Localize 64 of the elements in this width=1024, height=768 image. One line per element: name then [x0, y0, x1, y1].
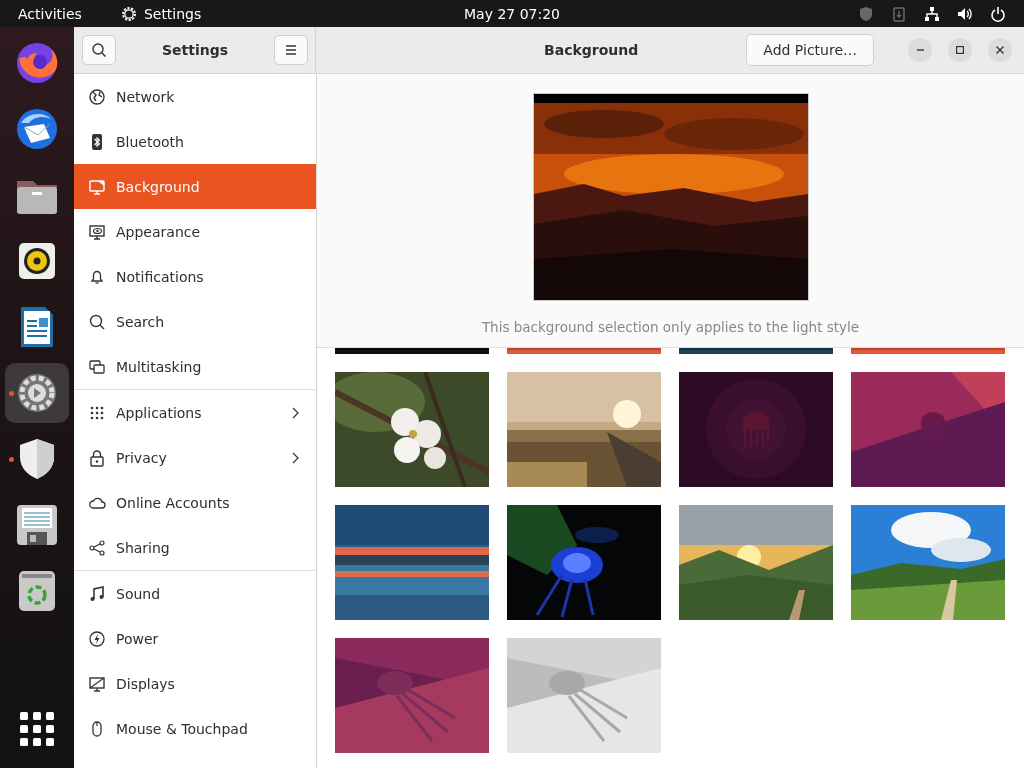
maximize-button[interactable] [948, 38, 972, 62]
sidebar-label: Privacy [116, 449, 168, 466]
app-grid-icon[interactable] [20, 712, 54, 746]
music-note-icon [88, 584, 106, 603]
sidebar-item[interactable]: Multitasking [74, 344, 316, 389]
sidebar-item[interactable]: Sound [74, 571, 316, 616]
clock[interactable]: May 27 07:20 [464, 5, 560, 22]
sidebar-item[interactable]: Power [74, 616, 316, 661]
sidebar-item[interactable]: Mouse & Touchpad [74, 706, 316, 751]
sidebar-label: Power [116, 630, 160, 647]
sidebar-item[interactable]: Appearance [74, 209, 316, 254]
add-picture-button[interactable]: Add Picture… [746, 34, 874, 66]
close-icon [996, 46, 1004, 54]
sidebar-item[interactable]: Applications [74, 390, 316, 435]
sidebar-label: Notifications [116, 268, 205, 285]
search-icon [88, 312, 106, 331]
sidebar-label: Displays [116, 675, 176, 692]
sidebar-label: Applications [116, 404, 203, 421]
display-icon [88, 674, 106, 693]
sidebar-item[interactable]: Notifications [74, 254, 316, 299]
sidebar-item[interactable]: Privacy [74, 435, 316, 480]
search-button[interactable] [82, 35, 116, 65]
caption: This background selection only applies to the light style [481, 319, 860, 335]
page-title: Background [543, 42, 640, 58]
search-icon [91, 42, 107, 58]
sidebar-label: Sharing [116, 539, 171, 556]
menu-icon [284, 44, 298, 56]
sidebar-item[interactable]: Sharing [74, 525, 316, 570]
sidebar-label: Appearance [116, 223, 202, 240]
maximize-icon [956, 46, 964, 54]
sidebar-item[interactable]: Background [74, 164, 316, 209]
menu-button[interactable] [274, 35, 308, 65]
share-icon [88, 538, 106, 557]
lightning-icon [88, 629, 106, 648]
globe-icon [88, 87, 106, 106]
dock-item-highlight[interactable] [5, 363, 69, 423]
sidebar-item[interactable]: Displays [74, 661, 316, 706]
clipboard-icon[interactable] [891, 5, 907, 22]
display-eye-icon [88, 222, 106, 241]
sidebar-item[interactable]: Network [74, 74, 316, 119]
sidebar-item[interactable]: Search [74, 299, 316, 344]
sidebar-label: Network [116, 88, 176, 105]
gear-icon [119, 4, 138, 23]
sidebar-label: Search [116, 313, 166, 330]
minimize-icon [916, 49, 924, 51]
activities-button[interactable]: Activities [18, 5, 82, 22]
sidebar-label: Sound [116, 585, 162, 602]
sidebar-item[interactable]: Bluetooth [74, 119, 316, 164]
sidebar-label: Mouse & Touchpad [116, 720, 249, 737]
sidebar-label: Background [116, 178, 201, 195]
sidebar-label: Multitasking [116, 358, 203, 375]
monitor-icon [88, 177, 106, 196]
sidebar-label: Bluetooth [116, 133, 185, 150]
app-menu[interactable]: Settings [119, 4, 202, 23]
lock-icon [88, 448, 106, 467]
network-icon[interactable] [924, 5, 940, 22]
power-icon[interactable] [990, 5, 1006, 22]
sidebar-label: Online Accounts [116, 494, 231, 511]
windows-icon [88, 357, 106, 376]
minimize-button[interactable] [908, 38, 932, 62]
close-button[interactable] [988, 38, 1012, 62]
sidebar-title: Settings [161, 42, 229, 58]
app-name: Settings [143, 5, 202, 22]
sidebar-item[interactable]: Online Accounts [74, 480, 316, 525]
